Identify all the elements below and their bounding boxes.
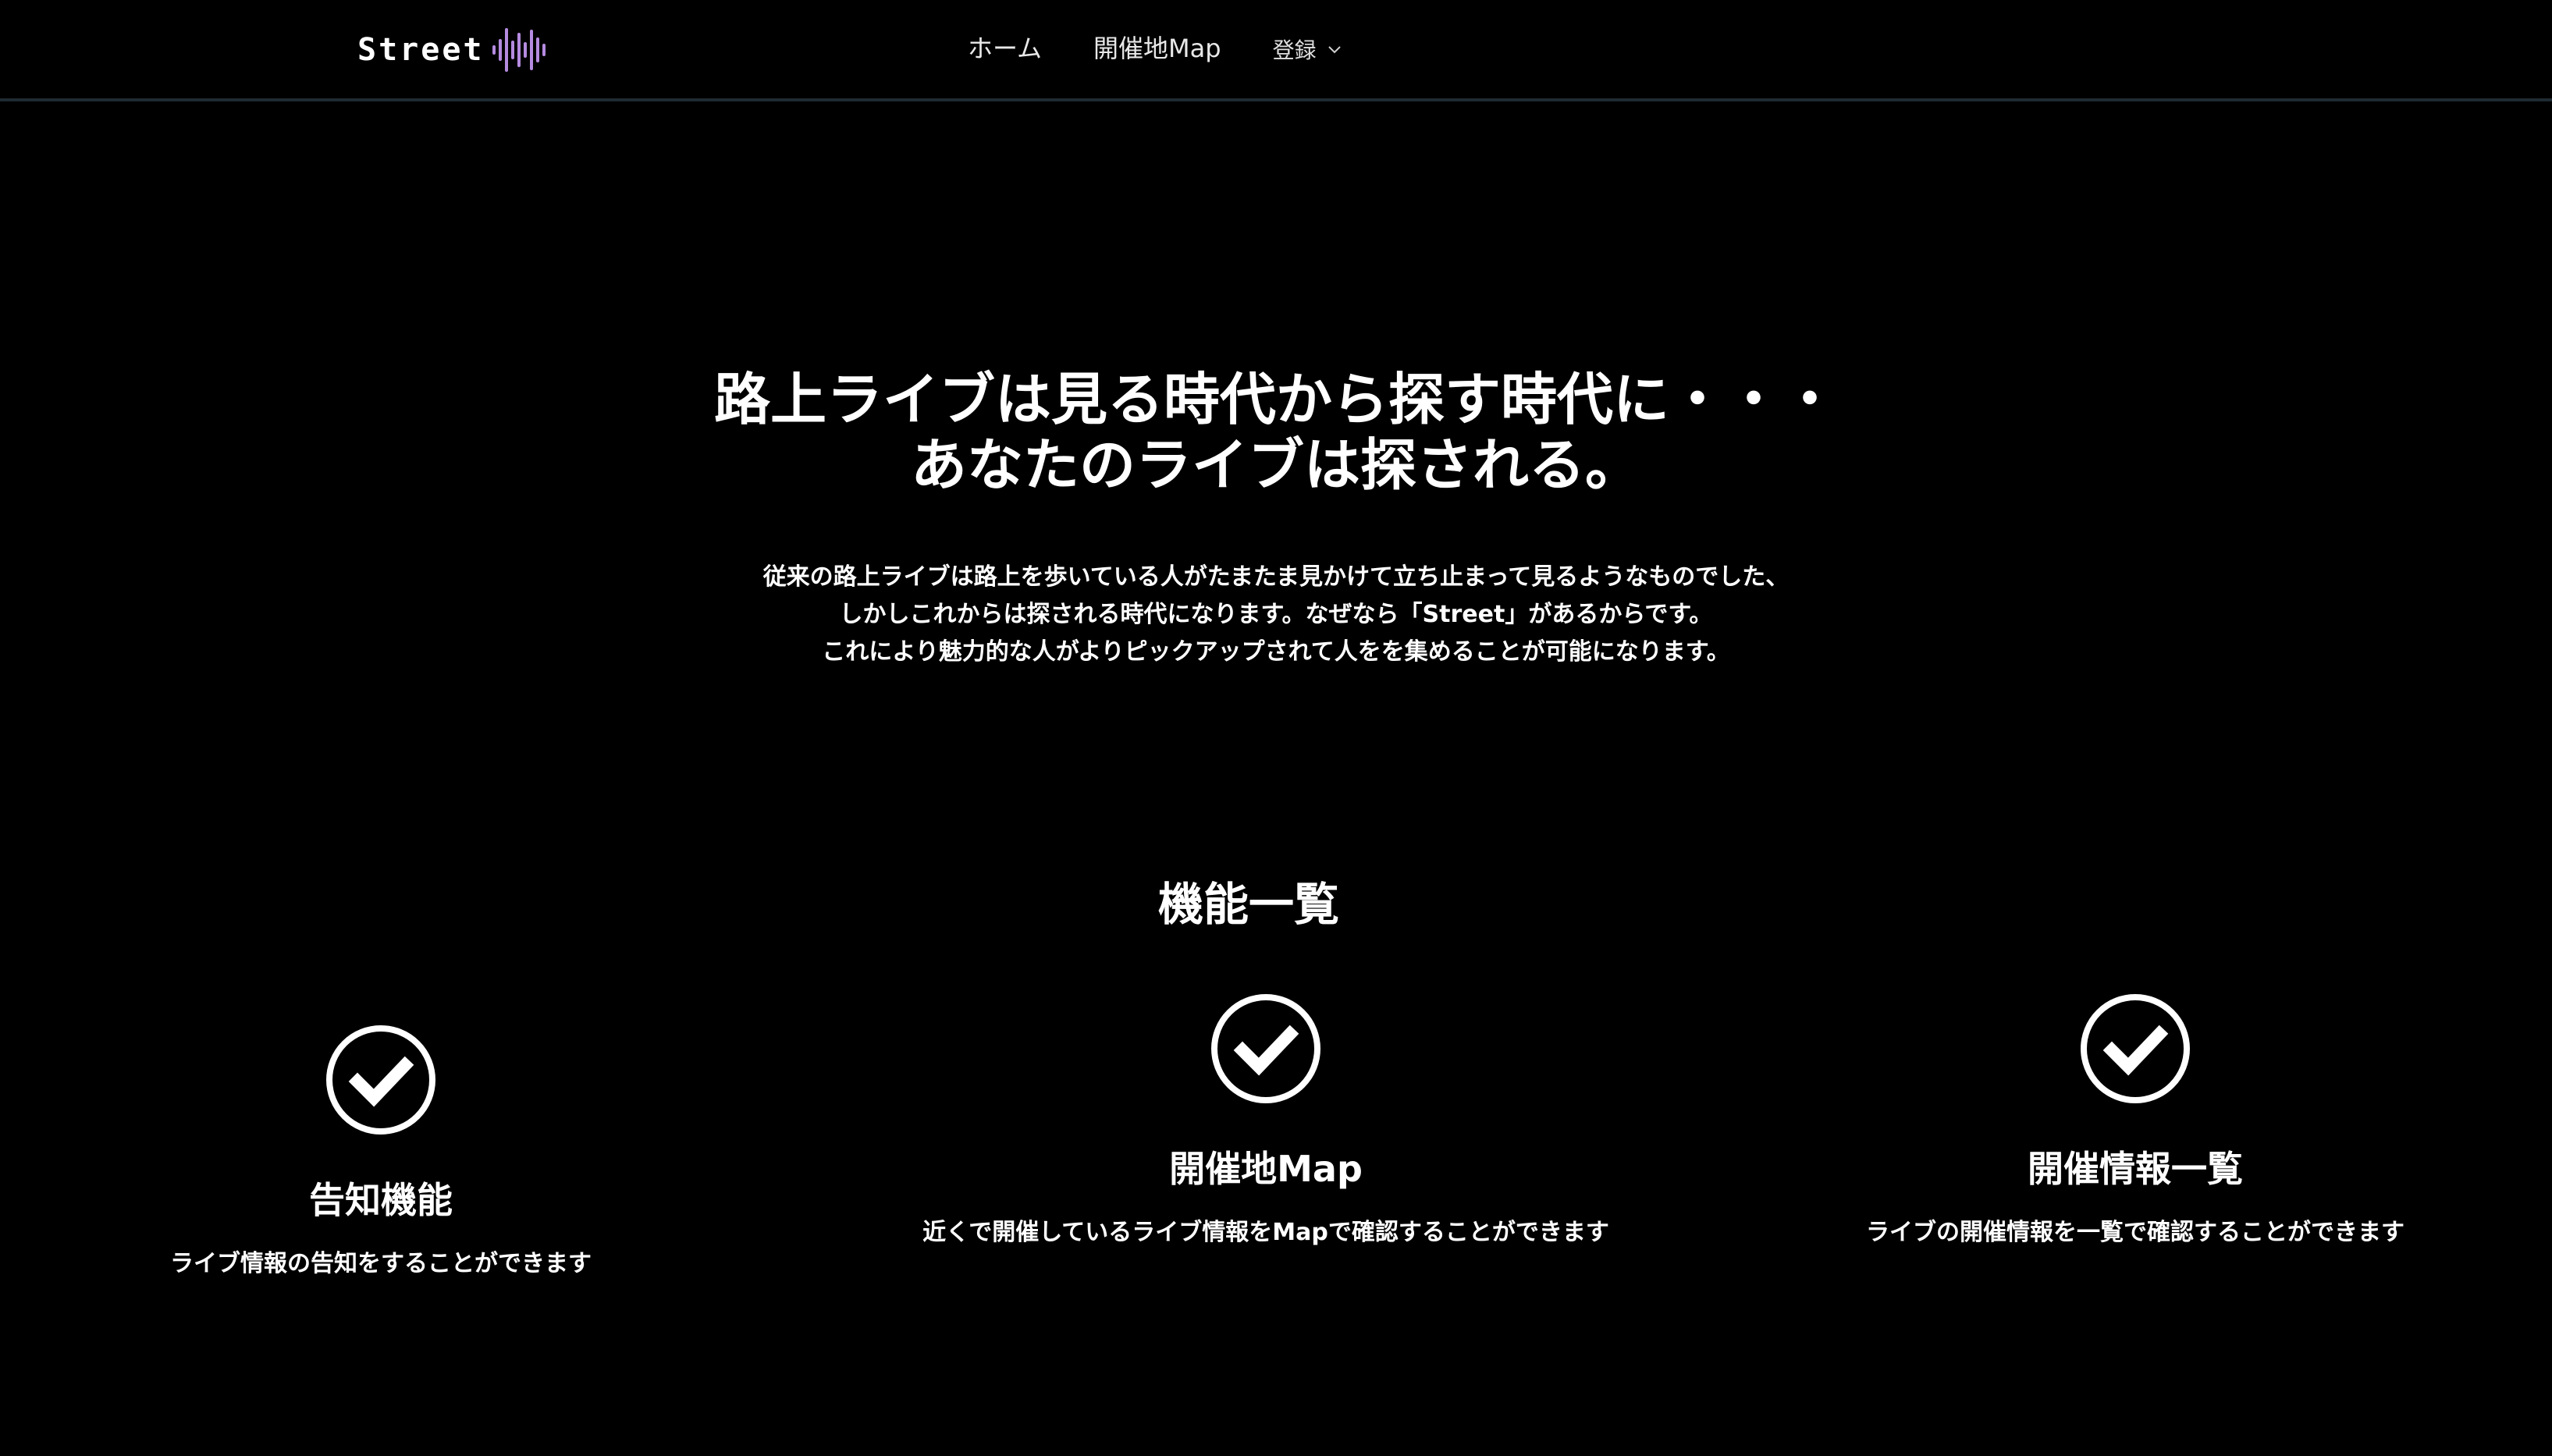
check-circle-icon [2081,994,2190,1103]
nav-link-venue-map[interactable]: 開催地Map [1093,29,1221,65]
feature-description: ライブの開催情報を一覧で確認することができます [1866,1219,2404,1246]
check-circle-icon [326,1025,435,1135]
hero-description: 従来の路上ライブは路上を歩いている人がたまたま見かけて立ち止まって見るようなもの… [0,559,2552,671]
features-heading: 機能一覧 [1157,878,1339,931]
hero-description-line-1: 従来の路上ライブは路上を歩いている人がたまたま見かけて立ち止まって見るようなもの… [762,563,1790,591]
hero-title: 路上ライブは見る時代から探す時代に・・・ あなたのライブは探される。 [0,367,2552,498]
top-navbar: Street ホーム 開催地Map 登録 [0,0,2552,101]
feature-card-announcement: 告知機能 ライブ情報の告知をすることができます [55,1024,707,1278]
hero-title-line-1: 路上ライブは見る時代から探す時代に・・・ [713,367,1838,432]
register-dropdown-label: 登録 [1272,37,1317,63]
nav-link-home[interactable]: ホーム [968,29,1042,65]
feature-card-event-list: 開催情報一覧 ライブの開催情報を一覧で確認することができます [1756,993,2515,1247]
feature-title: 開催地Map [1169,1148,1363,1190]
hero-description-line-3: これにより魅力的な人がよりピックアップされて人をを集めることが可能になります。 [822,638,1730,666]
chevron-down-icon [1328,46,1341,54]
hero-description-line-2: しかしこれからは探される時代になります。なぜなら「Street」があるからです。 [839,601,1713,628]
sound-wave-icon [492,28,546,72]
feature-description: ライブ情報の告知をすることができます [170,1250,592,1277]
feature-card-venue-map: 開催地Map 近くで開催しているライブ情報をMapで確認することができます [819,993,1712,1247]
brand-name: Street [357,32,485,68]
feature-title: 告知機能 [309,1179,453,1221]
brand-logo-link[interactable]: Street [357,22,552,78]
feature-description: 近くで開催しているライブ情報をMapで確認することができます [922,1219,1609,1246]
register-dropdown[interactable]: 登録 [1273,34,1342,65]
feature-title: 開催情報一覧 [2028,1148,2243,1190]
hero-title-line-2: あなたのライブは探される。 [910,432,1641,498]
nav-links: ホーム 開催地Map 登録 [968,23,1342,70]
check-circle-icon [1211,994,1320,1103]
